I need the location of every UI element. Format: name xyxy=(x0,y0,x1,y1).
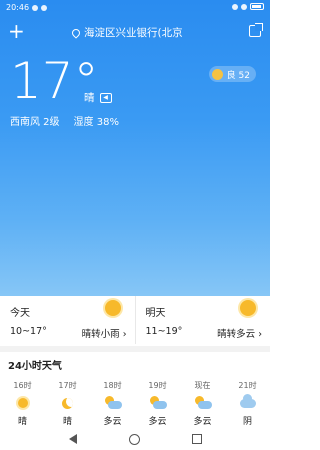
header: + 海淀区兴业银行(北京 xyxy=(0,20,270,44)
sun-icon xyxy=(104,300,121,320)
battery-icon xyxy=(250,3,264,10)
hourly-item: 18时 多云 xyxy=(95,380,131,427)
location-name: 海淀区兴业银行(北京 xyxy=(84,27,183,39)
wind-text: 西南风 2级 xyxy=(10,117,60,128)
sun-icon xyxy=(5,394,41,412)
forecast-day-label: 今天 xyxy=(10,308,30,319)
partly-cloudy-icon xyxy=(95,394,131,412)
hour-weather: 多云 xyxy=(193,417,212,427)
status-bar: 20:46 xyxy=(0,0,270,16)
partly-cloudy-icon xyxy=(185,394,221,412)
forecast-today[interactable]: 今天 10~17° 晴转小雨 › xyxy=(0,296,136,344)
hourly-item: 21时 阴 xyxy=(230,380,266,427)
weather-details: 西南风 2级 湿度 38% xyxy=(10,113,119,128)
forecast-desc: 晴转多云 › xyxy=(217,329,262,340)
recent-apps-icon[interactable] xyxy=(191,434,202,444)
hour-time: 现在 xyxy=(194,381,211,390)
humidity-text: 湿度 38% xyxy=(73,117,119,128)
voice-broadcast-icon[interactable]: ◀ xyxy=(99,92,112,103)
aqi-badge[interactable]: 良 52 xyxy=(208,66,256,82)
forecast-range: 10~17° xyxy=(10,326,47,337)
forecast-range: 11~19° xyxy=(145,326,183,337)
section-divider xyxy=(0,346,270,352)
hour-weather: 多云 xyxy=(148,417,167,427)
hourly-item: 现在 多云 xyxy=(185,380,221,427)
hour-weather: 阴 xyxy=(242,417,252,427)
moon-icon xyxy=(50,394,86,412)
location-pin-icon xyxy=(70,26,82,39)
notification-icon xyxy=(32,4,39,11)
forecast-desc: 晴转小雨 › xyxy=(81,329,127,340)
hour-time: 16时 xyxy=(13,381,32,390)
status-time: 20:46 xyxy=(6,3,30,12)
hour-weather: 晴 xyxy=(62,417,72,427)
hourly-item: 19时 多云 xyxy=(140,380,176,427)
hour-time: 19时 xyxy=(148,381,167,390)
hourly-title: 24小时天气 xyxy=(8,361,62,372)
system-nav-bar xyxy=(0,428,270,450)
add-city-button[interactable]: + xyxy=(8,20,25,42)
condition-text: 晴 xyxy=(84,92,95,104)
cloud-icon xyxy=(230,393,266,412)
sun-icon xyxy=(240,300,256,320)
location-selector[interactable]: 海淀区兴业银行(北京 xyxy=(70,25,183,40)
forecast-day-label: 明天 xyxy=(145,308,166,319)
wifi-icon xyxy=(241,3,247,10)
hour-time: 18时 xyxy=(103,381,122,390)
hourly-item: 16时 晴 xyxy=(5,380,41,427)
partly-cloudy-icon xyxy=(140,394,176,412)
hour-weather: 晴 xyxy=(17,417,27,427)
share-icon[interactable] xyxy=(249,23,263,37)
hourly-forecast-list[interactable]: 16时 晴 17时 晴 18时 多云 19时 多云 现在 多云 21时 阴 xyxy=(0,380,270,427)
home-icon[interactable] xyxy=(128,433,140,445)
app-notification-icon xyxy=(41,4,48,11)
hour-time: 17时 xyxy=(58,381,77,390)
signal-icon xyxy=(232,3,238,10)
current-condition: 晴 ◀ xyxy=(84,90,112,105)
aqi-label: 良 52 xyxy=(226,70,250,81)
aqi-leaf-icon xyxy=(211,68,223,80)
daily-forecast-card: 今天 10~17° 晴转小雨 › 明天 11~19° 晴转多云 › xyxy=(0,296,270,344)
back-icon[interactable] xyxy=(68,434,77,444)
hour-time: 21时 xyxy=(238,381,257,390)
hourly-item: 17时 晴 xyxy=(50,380,86,427)
weather-background xyxy=(0,0,270,296)
forecast-tomorrow[interactable]: 明天 11~19° 晴转多云 › xyxy=(136,296,271,344)
hour-weather: 多云 xyxy=(103,417,122,427)
